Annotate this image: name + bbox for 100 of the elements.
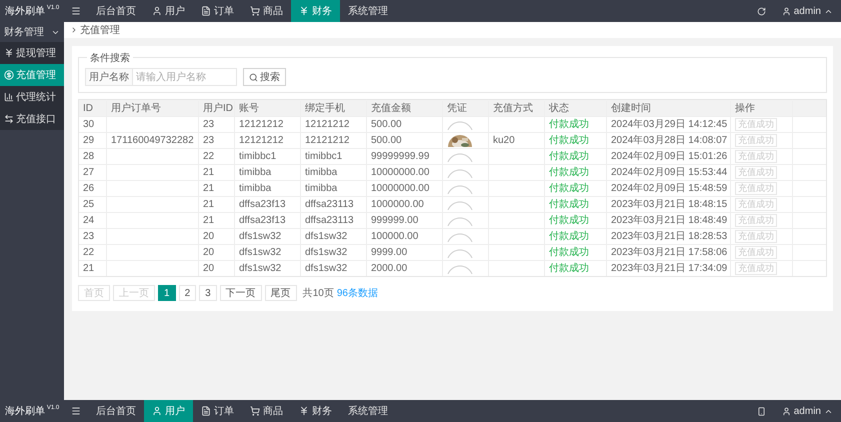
empty-image-icon	[447, 232, 473, 242]
sidebar-item[interactable]: 充值接口	[0, 108, 64, 130]
column-header: 绑定手机	[301, 100, 367, 116]
column-header: 账号	[235, 100, 301, 116]
status-text: 付款成功	[549, 118, 589, 132]
nav-tab[interactable]: 系统管理	[340, 400, 396, 422]
page-button[interactable]: 2	[178, 285, 196, 301]
table-cell-text: dffsa23113	[305, 198, 354, 212]
sidebar-item[interactable]: 充值管理	[0, 64, 64, 86]
sidebar-item[interactable]: 代理统计	[0, 86, 64, 108]
user-menu[interactable]: admin	[794, 4, 821, 18]
table-cell-text: timibba	[239, 166, 272, 180]
table-cell-text: dfs1sw32	[239, 262, 282, 276]
table-cell-text: dfs1sw32	[305, 246, 348, 260]
empty-image-icon	[447, 248, 473, 258]
table-cell-text: dfs1sw32	[305, 230, 348, 244]
table-cell-text: 171160049732282	[111, 134, 194, 148]
table-cell-text: 2023年03月21日 17:58:06	[611, 246, 728, 260]
status-text: 付款成功	[549, 166, 589, 180]
status-text: 付款成功	[549, 134, 589, 148]
user-name-field[interactable]: 请输入用户名称	[133, 68, 237, 86]
table-cell-text: 21	[83, 262, 94, 276]
column-header: 用户订单号	[107, 100, 199, 116]
status-text: 付款成功	[549, 262, 589, 276]
sidebar-item[interactable]: 提现管理	[0, 42, 64, 64]
table-cell-text: timibba	[305, 182, 338, 196]
nav-tab[interactable]: 用户	[144, 400, 193, 422]
table-cell-text: 26	[83, 182, 94, 196]
user-menu[interactable]: admin	[794, 404, 821, 418]
user-icon	[152, 406, 162, 416]
nav-tab[interactable]: 用户	[144, 0, 193, 22]
nav-tab[interactable]: 后台首页	[88, 400, 144, 422]
page-button[interactable]: 下一页	[220, 285, 262, 301]
table-cell-text: 12121212	[239, 134, 284, 148]
column-header: 充值金额	[367, 100, 443, 116]
table-cell-text: 25	[83, 198, 94, 212]
breadcrumb: 充值管理	[80, 24, 120, 38]
bar-chart-icon	[4, 92, 14, 102]
document-icon	[201, 406, 211, 416]
nav-tab[interactable]: 订单	[193, 0, 242, 22]
table-cell-text: 24	[83, 214, 94, 228]
coin-icon	[4, 70, 14, 80]
table-cell-text: 22	[83, 246, 94, 260]
table-cell-text: dfs1sw32	[305, 262, 348, 276]
sidebar-group[interactable]: 财务管理	[0, 22, 64, 42]
table-cell-text: 23	[83, 230, 94, 244]
table-cell-text: 100000.00	[371, 230, 418, 244]
table-cell-text: 28	[83, 150, 94, 164]
nav-tab[interactable]: 财务	[291, 0, 340, 22]
column-header: 状态	[545, 100, 607, 116]
nav-tab[interactable]: 财务	[291, 400, 340, 422]
phone-icon[interactable]	[757, 406, 766, 416]
table-cell-text: dffsa23f13	[239, 198, 286, 212]
column-header: 操作	[731, 100, 793, 116]
empty-image-icon	[447, 152, 473, 162]
cart-icon	[250, 406, 260, 416]
table-cell-text: 2023年03月21日 18:48:49	[611, 214, 728, 228]
table-cell-text: 20	[203, 246, 214, 260]
table-cell-text: 2024年03月29日 14:12:45	[611, 118, 728, 132]
table-cell-text: timibba	[305, 166, 338, 180]
table-cell-text: 2023年03月21日 18:48:15	[611, 198, 728, 212]
search-button[interactable]: 搜索	[243, 68, 286, 86]
table-cell-text: 12121212	[305, 134, 350, 148]
table-cell-text: 12121212	[239, 118, 284, 132]
empty-image-icon	[447, 184, 473, 194]
nav-tab[interactable]: 后台首页	[88, 0, 144, 22]
table-cell-text: 21	[203, 182, 214, 196]
column-header: 凭证	[443, 100, 489, 116]
table-cell-text: timibbc1	[305, 150, 342, 164]
status-text: 付款成功	[549, 198, 589, 212]
table-cell-text: 22	[203, 150, 214, 164]
table-cell-text: 23	[203, 134, 214, 148]
table-cell-text: dfs1sw32	[239, 246, 282, 260]
table-cell-text: 1000000.00	[371, 198, 424, 212]
empty-image-icon	[447, 168, 473, 178]
table-cell-text: dffsa23113	[305, 214, 354, 228]
table-cell-text: dffsa23f13	[239, 214, 286, 228]
page-button[interactable]: 尾页	[264, 285, 297, 301]
table-cell-text: 21	[203, 166, 214, 180]
status-text: 付款成功	[549, 230, 589, 244]
empty-image-icon	[447, 264, 473, 274]
table-cell-text: 27	[83, 166, 94, 180]
search-icon	[249, 72, 258, 82]
empty-image-icon	[447, 216, 473, 226]
table-cell-text: 2023年03月21日 17:34:09	[611, 262, 728, 276]
table-cell-text: 2024年02月09日 15:01:26	[611, 150, 728, 164]
nav-tab[interactable]: 订单	[193, 400, 242, 422]
nav-tab[interactable]: 商品	[242, 400, 291, 422]
nav-tab[interactable]: 商品	[242, 0, 291, 22]
table-cell-text: timibba	[239, 182, 272, 196]
page-button[interactable]: 3	[199, 285, 217, 301]
page-button[interactable]: 1	[158, 285, 176, 301]
app-title: 海外刷单	[4, 404, 45, 418]
user-icon	[782, 406, 791, 416]
record-count: 96条数据	[336, 286, 378, 300]
swap-arrows-icon	[4, 114, 14, 124]
nav-tab[interactable]: 系统管理	[340, 0, 396, 22]
empty-image-icon	[447, 120, 473, 130]
yen-icon	[4, 48, 14, 58]
refresh-icon[interactable]	[757, 6, 766, 16]
